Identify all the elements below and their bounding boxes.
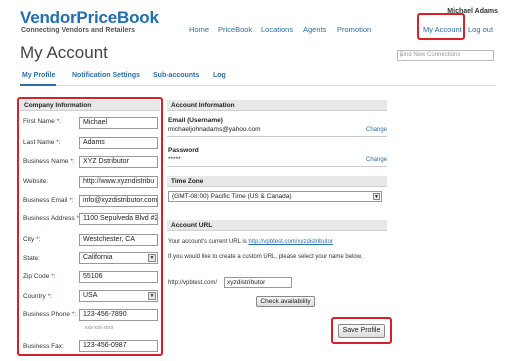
- chevron-down-icon[interactable]: ▼: [373, 193, 380, 200]
- business-phone-label: Business Phone *:: [23, 311, 77, 318]
- business-name-field[interactable]: XYZ Dstributor: [79, 156, 158, 168]
- country-label: Country *:: [23, 293, 52, 300]
- business-address-field[interactable]: 1100 Sepulveda Blvd #2: [79, 213, 158, 225]
- subnav-divider: [20, 85, 496, 86]
- nav-home[interactable]: Home: [189, 25, 209, 34]
- chevron-down-icon[interactable]: ▼: [148, 292, 156, 300]
- logo-subtitle: Connecting Vendors and Retailers: [21, 27, 135, 34]
- custom-url-instructions: If you would like to create a custom URL…: [168, 254, 363, 260]
- tab-notification-settings[interactable]: Notification Settings: [72, 72, 140, 79]
- business-phone-field[interactable]: 123-456-7890: [79, 309, 158, 321]
- state-value: California: [83, 254, 113, 261]
- account-url-header: Account URL: [167, 220, 387, 231]
- nav-promotion[interactable]: Promotion: [337, 25, 371, 34]
- business-fax-label: Business Fax:: [23, 343, 64, 350]
- first-name-label: First Name *:: [23, 118, 61, 125]
- page-title: My Account: [20, 43, 108, 62]
- save-profile-button[interactable]: Save Profile: [338, 324, 385, 338]
- check-availability-button[interactable]: Check availability: [256, 296, 315, 307]
- nav-pricebook[interactable]: PriceBook: [218, 25, 252, 34]
- account-url-heading: Account URL: [171, 222, 213, 229]
- tab-my-profile[interactable]: My Profile: [22, 72, 55, 79]
- business-name-label: Business Name *:: [23, 158, 75, 165]
- account-info-header: Account Information: [167, 100, 387, 111]
- state-select[interactable]: California ▼: [79, 252, 158, 264]
- time-zone-value: (GMT-08:00) Pacific Time (US & Canada): [172, 193, 292, 200]
- tab-log[interactable]: Log: [213, 72, 226, 79]
- change-email-link[interactable]: Change: [366, 127, 387, 133]
- account-info-heading: Account Information: [171, 102, 235, 109]
- time-zone-heading: Time Zone: [171, 178, 204, 185]
- business-address-label: Business Address *:: [23, 215, 81, 222]
- url-prefix: http://vpbtest.com/: [168, 280, 218, 286]
- custom-url-input[interactable]: xyzdistributor: [224, 277, 292, 288]
- first-name-field[interactable]: Michael: [79, 117, 158, 129]
- nav-my-account[interactable]: My Account: [423, 25, 462, 34]
- phone-format-hint: xxx-xxx-xxxx: [85, 325, 114, 331]
- country-select[interactable]: USA ▼: [79, 290, 158, 302]
- company-info-header: Company Information: [20, 100, 160, 111]
- city-label: City *:: [23, 236, 41, 243]
- time-zone-header: Time Zone: [167, 176, 387, 187]
- state-label: State:: [23, 255, 40, 262]
- zip-code-label: Zip Code *:: [23, 273, 56, 280]
- company-info-heading: Company Information: [24, 102, 92, 109]
- email-value: michaeljohnadams@yahoo.com: [168, 126, 261, 133]
- email-label: Email (Username): [168, 117, 223, 124]
- website-label: Website:: [23, 178, 49, 185]
- magnifier-icon[interactable]: ⌕: [400, 52, 490, 60]
- current-url-link[interactable]: http://vpbtest.com/xyzdistributor: [248, 239, 332, 245]
- change-password-link[interactable]: Change: [366, 157, 387, 163]
- active-tab-indicator: [20, 84, 56, 86]
- business-email-field[interactable]: info@xyzdistributor.com: [79, 195, 158, 207]
- time-zone-select[interactable]: (GMT-08:00) Pacific Time (US & Canada) ▼: [168, 191, 382, 202]
- business-email-label: Business Email *:: [23, 197, 74, 204]
- current-url-text: Your account's current URL is http://vpb…: [168, 239, 333, 245]
- city-field[interactable]: Westchester, CA: [79, 234, 158, 246]
- divider: [167, 166, 387, 167]
- last-name-field[interactable]: Adams: [79, 137, 158, 149]
- chevron-down-icon[interactable]: ▼: [148, 254, 156, 262]
- tab-sub-accounts[interactable]: Sub-accounts: [153, 72, 199, 79]
- divider: [167, 136, 387, 137]
- password-label: Password: [168, 147, 199, 154]
- business-fax-field[interactable]: 123-456-0987: [79, 340, 158, 352]
- search-input[interactable]: Find New Connections ⌕: [397, 50, 494, 61]
- password-value: *****: [168, 156, 181, 163]
- nav-locations[interactable]: Locations: [261, 25, 293, 34]
- country-value: USA: [83, 292, 98, 299]
- last-name-label: Last Name *:: [23, 139, 61, 146]
- nav-agents[interactable]: Agents: [303, 25, 326, 34]
- nav-log-out[interactable]: Log out: [468, 25, 493, 34]
- logo-title[interactable]: VendorPriceBook: [20, 8, 159, 28]
- zip-code-field[interactable]: 55106: [79, 271, 158, 283]
- website-field[interactable]: http://www.xyzndistribu: [79, 176, 158, 188]
